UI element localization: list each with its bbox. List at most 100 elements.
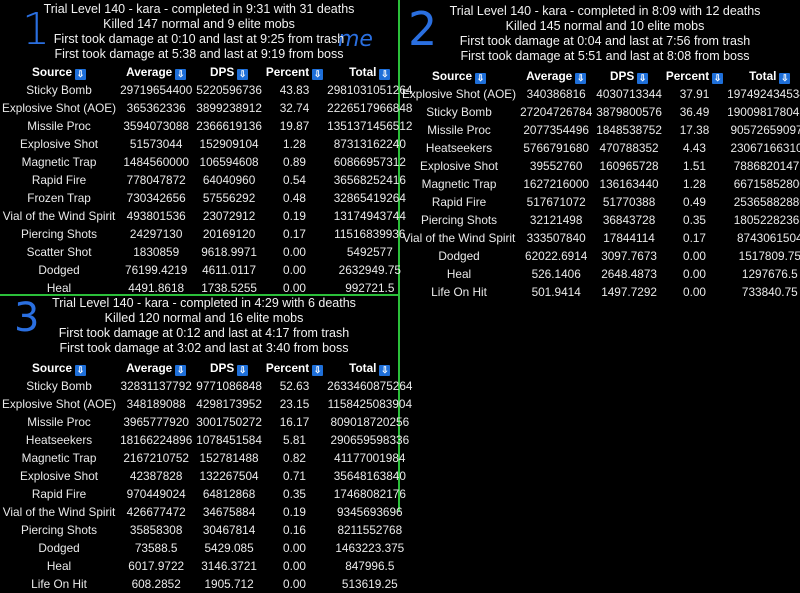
cell-source: Life On Hit bbox=[31, 577, 87, 591]
cell-source: Life On Hit bbox=[431, 285, 487, 299]
table-row: Explosive Shot 39552760 160965728 1.51 78868… bbox=[400, 157, 800, 175]
cell-dps: 136163440 bbox=[599, 177, 659, 191]
table-body: Sticky Bomb 32831137792 9771086848 52.63 263… bbox=[0, 377, 414, 593]
cell-source: Magnetic Trap bbox=[21, 451, 97, 465]
sort-arrow-icon[interactable]: ⇩ bbox=[779, 73, 791, 84]
trial-panel-1: Trial Level 140 - kara - completed in 9:… bbox=[0, 0, 412, 297]
table-row: Rapid Fire 517671072 51770388 0.49 253658828… bbox=[400, 193, 800, 211]
table-row: Explosive Shot (AOE) 348189088 4298173952 2… bbox=[0, 395, 414, 413]
table-row: Sticky Bomb 29719654400 5220596736 43.83 298… bbox=[0, 81, 414, 99]
sort-arrow-icon[interactable]: ⇩ bbox=[712, 73, 724, 84]
cell-dps: 3899238912 bbox=[196, 101, 262, 115]
cell-average: 39552760 bbox=[529, 159, 583, 173]
cell-percent: 52.63 bbox=[279, 379, 310, 393]
cell-average: 62022.6914 bbox=[525, 249, 588, 263]
cell-total: 1974924345344 bbox=[727, 87, 800, 101]
cell-percent: 5.81 bbox=[283, 433, 306, 447]
cell-average: 3965777920 bbox=[123, 415, 189, 429]
cell-average: 517671072 bbox=[526, 195, 586, 209]
cell-dps: 1738.5255 bbox=[201, 281, 257, 295]
column-header-total[interactable]: Total ⇩ bbox=[725, 68, 800, 85]
sort-arrow-icon[interactable]: ⇩ bbox=[175, 69, 187, 80]
cell-average: 24297130 bbox=[129, 227, 183, 241]
cell-percent: 0.16 bbox=[283, 523, 306, 537]
cell-average: 1484560000 bbox=[123, 155, 189, 169]
cell-source: Frozen Trap bbox=[27, 191, 91, 205]
cell-percent: 37.91 bbox=[679, 87, 710, 101]
column-header-percent[interactable]: Percent ⇩ bbox=[264, 360, 325, 377]
column-header-total[interactable]: Total ⇩ bbox=[325, 360, 414, 377]
cell-average: 333507840 bbox=[526, 231, 586, 245]
table-row: Magnetic Trap 2167210752 152781488 0.82 4117… bbox=[0, 449, 414, 467]
sort-arrow-icon[interactable]: ⇩ bbox=[75, 365, 87, 376]
sort-arrow-icon[interactable]: ⇩ bbox=[175, 365, 187, 376]
column-header-source[interactable]: Source ⇩ bbox=[0, 64, 118, 81]
sort-arrow-icon[interactable]: ⇩ bbox=[475, 73, 487, 84]
cell-average: 73588.5 bbox=[134, 541, 178, 555]
cell-dps: 3146.3721 bbox=[201, 559, 257, 573]
cell-percent: 1.51 bbox=[683, 159, 706, 173]
cell-average: 340386816 bbox=[526, 87, 586, 101]
column-header-percent[interactable]: Percent ⇩ bbox=[264, 64, 325, 81]
cell-average: 29719654400 bbox=[120, 83, 193, 97]
table-body: Sticky Bomb 29719654400 5220596736 43.83 298… bbox=[0, 81, 414, 297]
table-row: Heatseekers 18166224896 1078451584 5.81 2906… bbox=[0, 431, 414, 449]
column-header-average[interactable]: Average ⇩ bbox=[118, 64, 194, 81]
sort-arrow-icon[interactable]: ⇩ bbox=[237, 365, 249, 376]
cell-percent: 4.43 bbox=[683, 141, 706, 155]
cell-dps: 4298173952 bbox=[196, 397, 262, 411]
cell-average: 526.1406 bbox=[531, 267, 581, 281]
cell-total: 9345693696 bbox=[337, 505, 403, 519]
table-row: Rapid Fire 778047872 64040960 0.54 365682524… bbox=[0, 171, 414, 189]
cell-total: 905726590976 bbox=[730, 123, 800, 137]
cell-average: 27204726784 bbox=[520, 105, 593, 119]
cell-source: Piercing Shots bbox=[21, 523, 98, 537]
cell-dps: 17844114 bbox=[603, 231, 655, 245]
table-row: Magnetic Trap 1627216000 136163440 1.28 6671… bbox=[400, 175, 800, 193]
sort-arrow-icon[interactable]: ⇩ bbox=[637, 73, 649, 84]
sort-arrow-icon[interactable]: ⇩ bbox=[575, 73, 587, 84]
cell-average: 348189088 bbox=[126, 397, 186, 411]
cell-percent: 0.17 bbox=[283, 227, 306, 241]
cell-percent: 0.48 bbox=[283, 191, 306, 205]
table-row: Life On Hit 501.9414 1497.7292 0.00 733840.7… bbox=[400, 283, 800, 301]
cell-percent: 0.00 bbox=[283, 559, 306, 573]
cell-dps: 2366619136 bbox=[196, 119, 262, 133]
column-header-dps[interactable]: DPS ⇩ bbox=[594, 68, 664, 85]
cell-dps: 64812868 bbox=[202, 487, 256, 501]
cell-average: 5766791680 bbox=[523, 141, 589, 155]
cell-percent: 0.00 bbox=[683, 249, 706, 263]
cell-total: 41177001984 bbox=[334, 451, 406, 465]
cell-dps: 5429.085 bbox=[204, 541, 254, 555]
boss-damage-line: First took damage at 3:02 and last at 3:… bbox=[59, 341, 349, 355]
column-header-dps[interactable]: DPS ⇩ bbox=[194, 64, 264, 81]
table-row: Frozen Trap 730342656 57556292 0.48 32865419… bbox=[0, 189, 414, 207]
sort-arrow-icon[interactable]: ⇩ bbox=[237, 69, 249, 80]
cell-dps: 23072912 bbox=[202, 209, 256, 223]
cell-dps: 51770388 bbox=[602, 195, 656, 209]
sort-arrow-icon[interactable]: ⇩ bbox=[312, 365, 324, 376]
cell-total: 513619.25 bbox=[341, 577, 398, 591]
kills-line: Killed 120 normal and 16 elite mobs bbox=[104, 311, 304, 325]
cell-average: 32121498 bbox=[529, 213, 583, 227]
cell-total: 1158425083904 bbox=[327, 397, 413, 411]
column-header-dps[interactable]: DPS ⇩ bbox=[194, 360, 264, 377]
cell-source: Vial of the Wind Spirit bbox=[2, 209, 116, 223]
cell-percent: 0.35 bbox=[283, 487, 306, 501]
cell-source: Piercing Shots bbox=[21, 227, 98, 241]
sort-arrow-icon[interactable]: ⇩ bbox=[312, 69, 324, 80]
column-header-source[interactable]: Source ⇩ bbox=[0, 360, 118, 377]
cell-percent: 23.15 bbox=[279, 397, 310, 411]
cell-total: 1297676.5 bbox=[741, 267, 798, 281]
cell-total: 1463223.375 bbox=[335, 541, 405, 555]
sort-arrow-icon[interactable]: ⇩ bbox=[379, 365, 391, 376]
sort-arrow-icon[interactable]: ⇩ bbox=[379, 69, 391, 80]
column-header-source[interactable]: Source ⇩ bbox=[400, 68, 518, 85]
sort-arrow-icon[interactable]: ⇩ bbox=[75, 69, 87, 80]
column-header-percent[interactable]: Percent ⇩ bbox=[664, 68, 725, 85]
column-header-average[interactable]: Average ⇩ bbox=[118, 360, 194, 377]
cell-percent: 0.17 bbox=[683, 231, 706, 245]
cell-source: Missile Proc bbox=[427, 123, 491, 137]
cell-average: 35858308 bbox=[129, 523, 183, 537]
column-header-average[interactable]: Average ⇩ bbox=[518, 68, 594, 85]
